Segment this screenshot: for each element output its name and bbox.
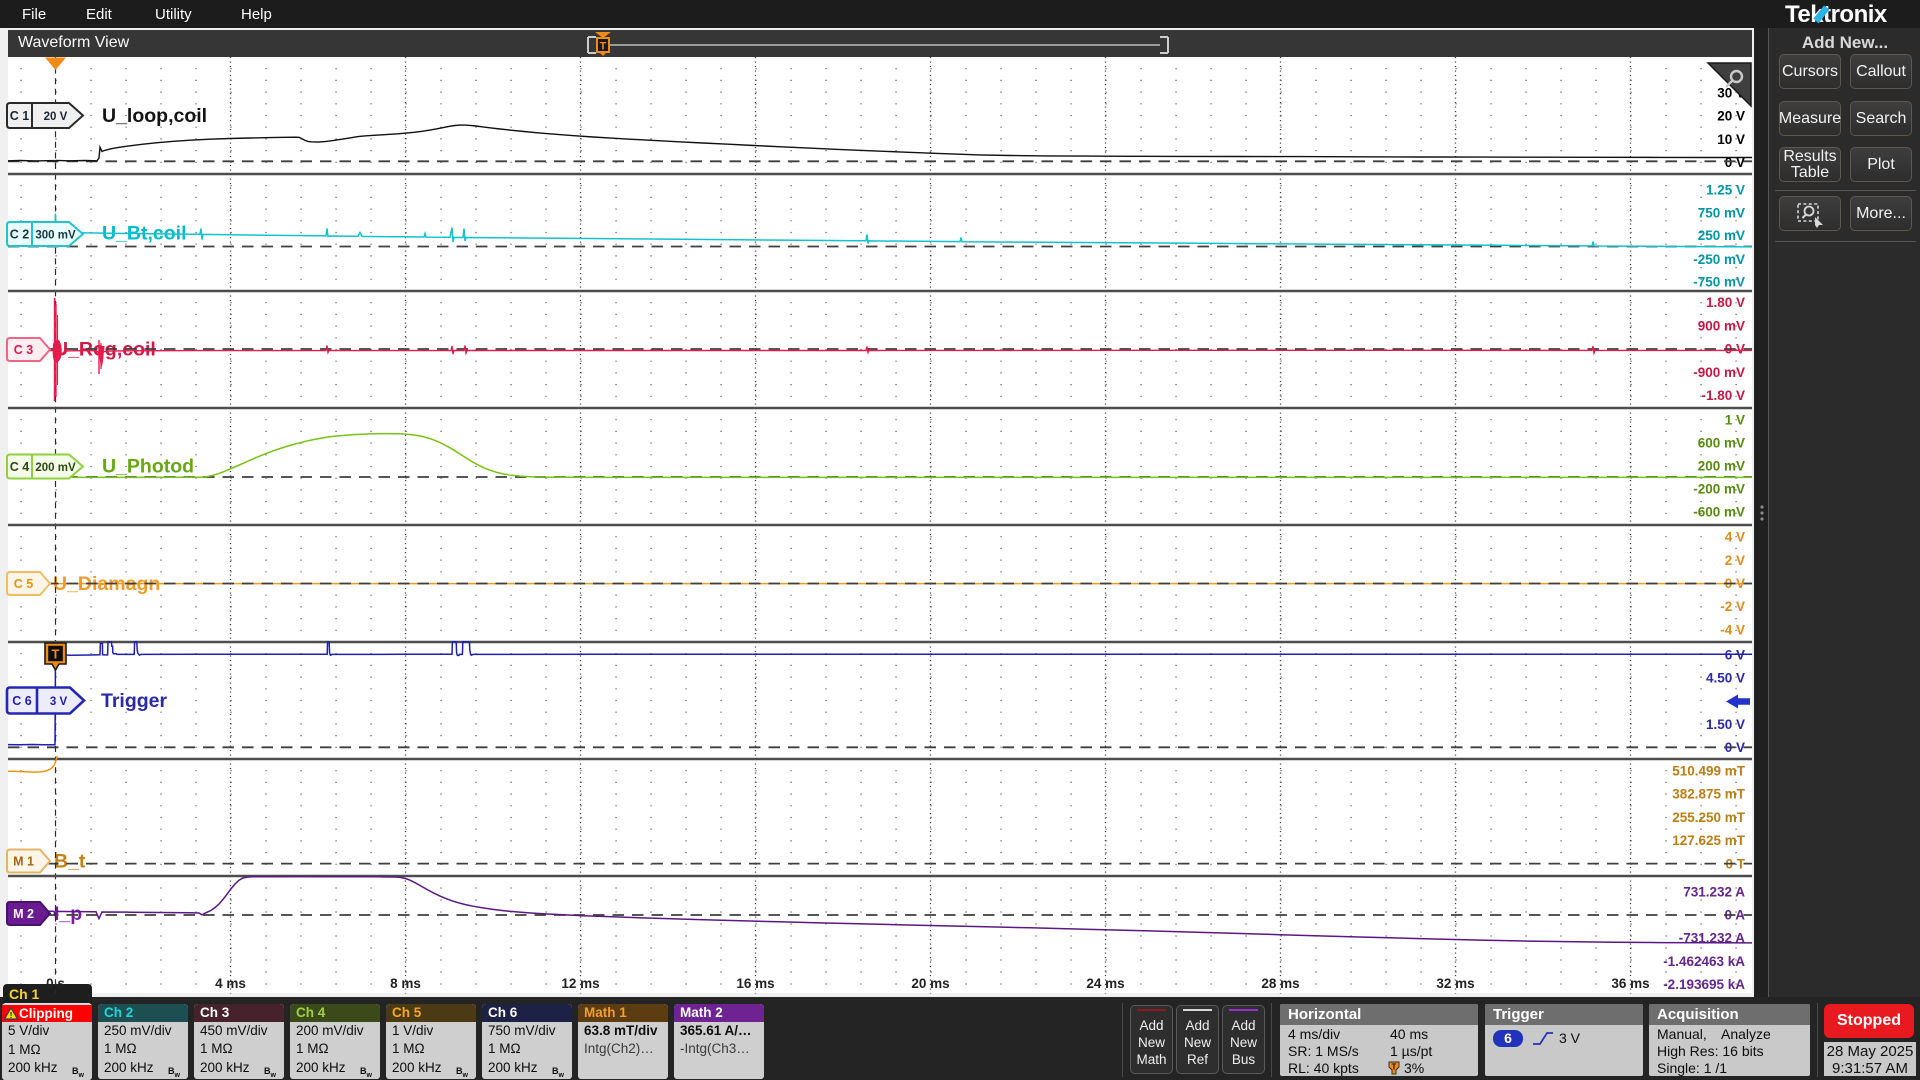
svg-text:M 2: M 2 (13, 907, 34, 921)
svg-text:U_Photod: U_Photod (102, 456, 194, 478)
svg-text:-250 mV: -250 mV (1693, 252, 1745, 267)
svg-text:-2 V: -2 V (1720, 599, 1745, 614)
svg-text:-200 mV: -200 mV (1693, 481, 1745, 496)
svg-text:C 5: C 5 (14, 577, 34, 591)
svg-text:C 3: C 3 (14, 343, 34, 357)
svg-text:1 V: 1 V (1725, 413, 1745, 428)
svg-text:200 mV: 200 mV (35, 462, 76, 474)
svg-text:1.80 V: 1.80 V (1706, 295, 1745, 310)
svg-text:M 1: M 1 (13, 855, 34, 869)
svg-text:900 mV: 900 mV (1698, 318, 1745, 333)
svg-text:1.50 V: 1.50 V (1706, 717, 1745, 732)
svg-text:C 6: C 6 (12, 694, 32, 708)
svg-text:I_p: I_p (54, 903, 82, 925)
svg-text:20 ms: 20 ms (911, 976, 949, 991)
svg-text:8 ms: 8 ms (390, 976, 421, 991)
svg-text:B_t: B_t (54, 851, 86, 873)
svg-text:1.25 V: 1.25 V (1706, 182, 1745, 197)
svg-text:2 V: 2 V (1725, 553, 1745, 568)
svg-text:28 ms: 28 ms (1261, 976, 1299, 991)
svg-text:-1.80 V: -1.80 V (1701, 388, 1745, 403)
svg-text:24 ms: 24 ms (1086, 976, 1124, 991)
svg-text:-1.462463 kA: -1.462463 kA (1663, 954, 1745, 969)
svg-text:510.499 mT: 510.499 mT (1672, 764, 1746, 779)
svg-text:-600 mV: -600 mV (1693, 505, 1745, 520)
svg-text:10 V: 10 V (1717, 132, 1745, 147)
svg-text:-4 V: -4 V (1720, 622, 1745, 637)
svg-text:200 mV: 200 mV (1698, 458, 1745, 473)
svg-text:36 ms: 36 ms (1611, 976, 1649, 991)
svg-text:255.250 mT: 255.250 mT (1672, 810, 1746, 825)
svg-text:20 V: 20 V (1717, 109, 1745, 124)
svg-text:250 mV: 250 mV (1698, 228, 1745, 243)
svg-text:300 mV: 300 mV (35, 230, 76, 242)
svg-text:U_loop,coil: U_loop,coil (102, 105, 207, 127)
svg-text:12 ms: 12 ms (561, 976, 599, 991)
svg-text:127.625 mT: 127.625 mT (1672, 833, 1746, 848)
svg-text:T: T (52, 647, 60, 662)
svg-text:4 ms: 4 ms (215, 976, 246, 991)
svg-text:-2.193695 kA: -2.193695 kA (1663, 977, 1745, 992)
svg-text:4.50 V: 4.50 V (1706, 671, 1745, 686)
svg-text:C 2: C 2 (10, 228, 30, 242)
svg-text:16 ms: 16 ms (736, 976, 774, 991)
svg-text:C 1: C 1 (10, 109, 30, 123)
svg-text:-750 mV: -750 mV (1693, 274, 1745, 289)
svg-text:20 V: 20 V (44, 111, 68, 123)
svg-text:-900 mV: -900 mV (1693, 365, 1745, 380)
svg-text:600 mV: 600 mV (1698, 436, 1745, 451)
svg-text:750 mV: 750 mV (1698, 205, 1745, 220)
svg-text:3 V: 3 V (50, 696, 68, 708)
svg-text:Trigger: Trigger (101, 690, 168, 712)
svg-text:731.232 A: 731.232 A (1683, 884, 1745, 899)
svg-text:382.875 mT: 382.875 mT (1672, 787, 1746, 802)
svg-text:32 ms: 32 ms (1436, 976, 1474, 991)
svg-text:C 4: C 4 (10, 460, 30, 474)
svg-text:4 V: 4 V (1725, 530, 1745, 545)
